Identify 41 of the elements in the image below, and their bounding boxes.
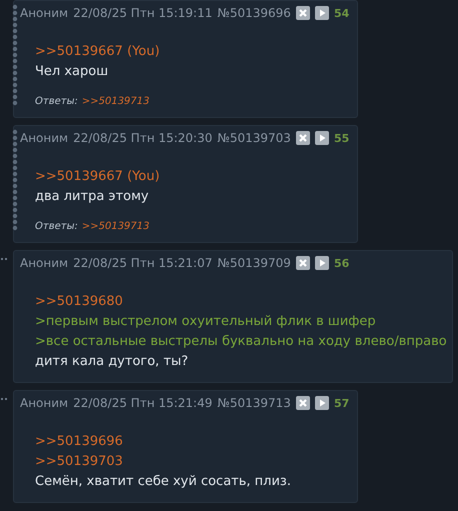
replies-label: Ответы: — [35, 96, 78, 107]
post-text: дитя кала дутого, ты? — [35, 353, 190, 371]
reply-link[interactable]: >>50139667 (You) — [35, 167, 350, 187]
post-index: 56 — [334, 256, 350, 270]
post-text: Семён, хватит себе хуй сосать, плиз. — [35, 473, 292, 491]
close-icon[interactable] — [296, 6, 310, 20]
thread-marker-icon — [1, 398, 7, 400]
thread-marker-icon — [1, 258, 7, 260]
post-text: Чел харош — [35, 63, 110, 81]
quote-text: >первым выстрелом охуительный флик в шифер — [35, 313, 377, 331]
post-date: 22/08/25 Птн 15:21:07 — [73, 256, 212, 270]
post-index: 54 — [334, 6, 350, 20]
post-author: Аноним — [20, 6, 68, 20]
play-icon[interactable] — [314, 256, 329, 270]
post-date: 22/08/25 Птн 15:19:11 — [73, 6, 212, 20]
play-icon[interactable] — [314, 396, 329, 410]
post-author: Аноним — [20, 256, 68, 270]
post-index: 57 — [334, 396, 350, 410]
reply-link[interactable]: >>50139703 — [35, 452, 350, 472]
reply-link[interactable]: >>50139696 — [35, 432, 350, 452]
close-icon[interactable] — [296, 396, 310, 410]
post-number[interactable]: №50139696 — [217, 6, 291, 20]
reply-link[interactable]: >>50139713 — [82, 221, 150, 232]
reply-link[interactable]: >>50139680 — [35, 292, 444, 312]
post-date: 22/08/25 Птн 15:20:30 — [73, 131, 212, 145]
post-author: Аноним — [20, 131, 68, 145]
play-icon[interactable] — [314, 131, 329, 145]
reply-link[interactable]: >>50139713 — [82, 96, 150, 107]
post-number[interactable]: №50139703 — [217, 131, 291, 145]
play-icon[interactable] — [314, 6, 329, 20]
post-number[interactable]: №50139713 — [217, 396, 291, 410]
post-number[interactable]: №50139709 — [217, 256, 291, 270]
quote-text: >все остальные выстрелы буквально на ходу влево/вправо — [35, 333, 444, 351]
close-icon[interactable] — [296, 256, 310, 270]
replies-label: Ответы: — [35, 221, 78, 232]
close-icon[interactable] — [296, 131, 310, 145]
post-date: 22/08/25 Птн 15:21:49 — [73, 396, 212, 410]
reply-link[interactable]: >>50139667 (You) — [35, 42, 350, 62]
post-text: два литра этому — [35, 188, 150, 206]
post-author: Аноним — [20, 396, 68, 410]
post-index: 55 — [334, 132, 350, 144]
